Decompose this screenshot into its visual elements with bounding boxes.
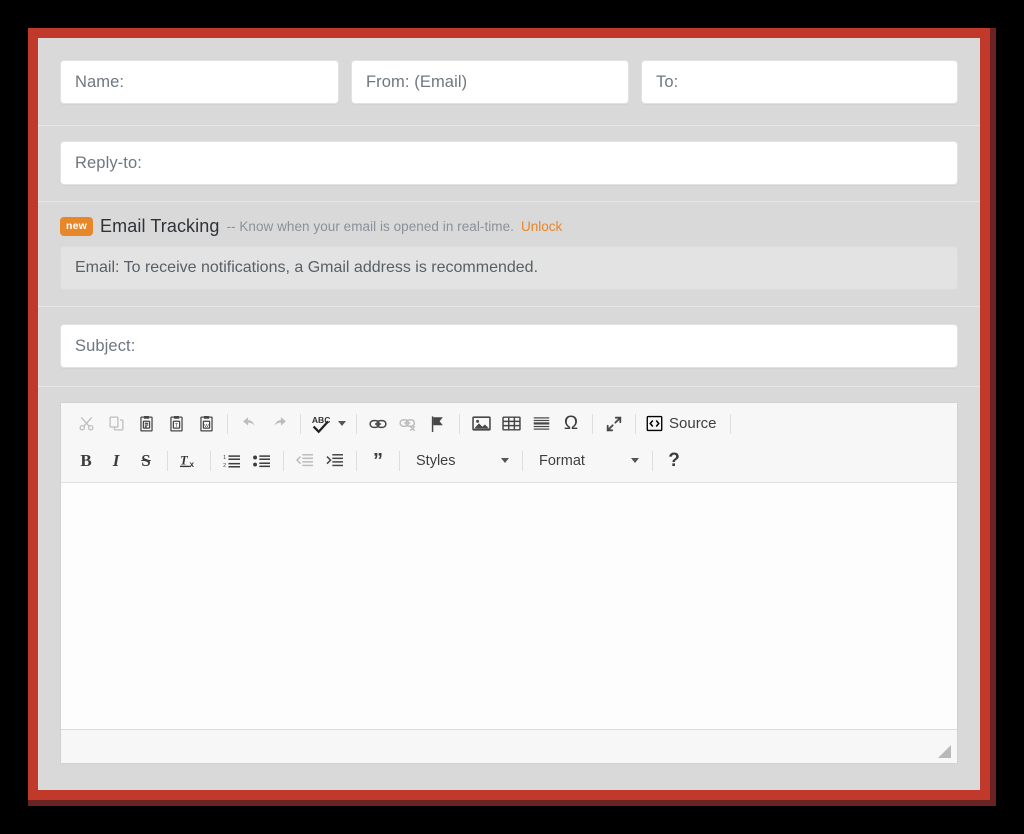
- toolbar-separator: [459, 413, 460, 434]
- toolbar-separator: [399, 450, 400, 471]
- source-button-label: Source: [669, 415, 717, 432]
- italic-label: I: [112, 451, 120, 470]
- maximize-icon[interactable]: [599, 409, 629, 439]
- to-input[interactable]: To:: [641, 60, 958, 104]
- unlock-link[interactable]: Unlock: [521, 219, 562, 234]
- undo-icon[interactable]: [234, 409, 264, 439]
- email-tracking-section: new Email Tracking -- Know when your ema…: [38, 202, 980, 306]
- strikethrough-label: S: [141, 451, 151, 470]
- toolbar-separator: [592, 413, 593, 434]
- svg-text:T: T: [180, 453, 189, 467]
- chevron-down-icon: [501, 458, 509, 463]
- svg-text:2: 2: [223, 463, 226, 469]
- toolbar-separator: [283, 450, 284, 471]
- image-icon[interactable]: [466, 409, 496, 439]
- svg-text:ABC: ABC: [312, 415, 331, 425]
- table-icon[interactable]: [496, 409, 526, 439]
- name-input[interactable]: Name:: [60, 60, 339, 104]
- editor-footer-bar: [61, 730, 957, 763]
- styles-dropdown[interactable]: Styles: [406, 447, 516, 475]
- rich-text-editor: T W ABC Ω Source B I S T x 1 2 ” Styles …: [60, 402, 958, 764]
- name-input-placeholder: Name:: [75, 72, 125, 91]
- tracking-email-placeholder: Email: To receive notifications, a Gmail…: [75, 259, 539, 276]
- toolbar-separator: [356, 450, 357, 471]
- resize-handle-icon[interactable]: [938, 745, 951, 758]
- redo-icon[interactable]: [264, 409, 294, 439]
- source-button[interactable]: Source: [642, 409, 724, 439]
- reply-to-row: Reply-to:: [38, 126, 980, 201]
- unlink-icon[interactable]: [393, 409, 423, 439]
- new-badge: new: [60, 217, 94, 236]
- link-icon[interactable]: [363, 409, 393, 439]
- email-tracking-header: new Email Tracking -- Know when your ema…: [60, 212, 958, 246]
- copy-icon[interactable]: [101, 409, 131, 439]
- toolbar-separator: [167, 450, 168, 471]
- chevron-down-icon: [631, 458, 639, 463]
- blockquote-button[interactable]: ”: [363, 446, 393, 476]
- paste-from-word-icon[interactable]: W: [191, 409, 221, 439]
- svg-text:x: x: [189, 459, 194, 468]
- spell-check-icon[interactable]: ABC: [307, 414, 350, 434]
- reply-to-input[interactable]: Reply-to:: [60, 141, 958, 185]
- subject-input-placeholder: Subject:: [75, 336, 136, 355]
- special-character-icon[interactable]: Ω: [556, 409, 586, 439]
- italic-button[interactable]: I: [101, 446, 131, 476]
- strikethrough-button[interactable]: S: [131, 446, 161, 476]
- to-input-placeholder: To:: [656, 72, 679, 91]
- from-email-input[interactable]: From: (Email): [351, 60, 629, 104]
- toolbar-separator: [522, 450, 523, 471]
- format-dropdown-label: Format: [539, 452, 585, 469]
- toolbar-separator: [652, 450, 653, 471]
- reply-to-input-placeholder: Reply-to:: [75, 153, 142, 172]
- subject-row: Subject:: [38, 307, 980, 386]
- recipient-fields-row: Name: From: (Email) To:: [38, 38, 980, 125]
- svg-text:W: W: [204, 422, 209, 428]
- format-dropdown[interactable]: Format: [529, 447, 646, 475]
- tracking-email-input[interactable]: Email: To receive notifications, a Gmail…: [60, 246, 958, 290]
- compose-panel: Name: From: (Email) To: Reply-to: new Em…: [38, 38, 980, 790]
- help-button[interactable]: ?: [659, 446, 689, 476]
- styles-dropdown-label: Styles: [416, 452, 456, 469]
- editor-toolbar: T W ABC Ω Source B I S T x 1 2 ” Styles …: [61, 403, 957, 483]
- indent-button[interactable]: [320, 446, 350, 476]
- remove-format-button[interactable]: T x: [174, 446, 204, 476]
- bulleted-list-button[interactable]: [247, 446, 277, 476]
- horizontal-rule-icon[interactable]: [526, 409, 556, 439]
- toolbar-separator: [300, 413, 301, 434]
- outdent-button[interactable]: [290, 446, 320, 476]
- toolbar-separator: [210, 450, 211, 471]
- toolbar-separator: [356, 413, 357, 434]
- help-label: ?: [668, 450, 680, 471]
- numbered-list-button[interactable]: 1 2: [217, 446, 247, 476]
- toolbar-row-1: T W ABC Ω Source: [65, 405, 953, 442]
- svg-text:1: 1: [223, 455, 226, 461]
- paste-icon[interactable]: [131, 409, 161, 439]
- chevron-down-icon: [338, 421, 346, 426]
- email-tracking-description: -- Know when your email is opened in rea…: [226, 219, 514, 234]
- editor-region: T W ABC Ω Source B I S T x 1 2 ” Styles …: [38, 387, 980, 764]
- red-window-frame: Name: From: (Email) To: Reply-to: new Em…: [28, 28, 996, 806]
- anchor-flag-icon[interactable]: [423, 409, 453, 439]
- cut-icon[interactable]: [71, 409, 101, 439]
- bold-button[interactable]: B: [71, 446, 101, 476]
- email-tracking-title: Email Tracking: [100, 216, 220, 236]
- bold-label: B: [80, 451, 92, 470]
- toolbar-separator: [729, 413, 731, 434]
- toolbar-row-2: B I S T x 1 2 ” Styles Format ?: [65, 442, 953, 479]
- toolbar-separator: [227, 413, 228, 434]
- paste-as-plain-text-icon[interactable]: T: [161, 409, 191, 439]
- toolbar-separator: [635, 413, 636, 434]
- subject-input[interactable]: Subject:: [60, 324, 958, 368]
- editor-content-area[interactable]: [61, 483, 957, 730]
- from-email-input-placeholder: From: (Email): [366, 72, 468, 91]
